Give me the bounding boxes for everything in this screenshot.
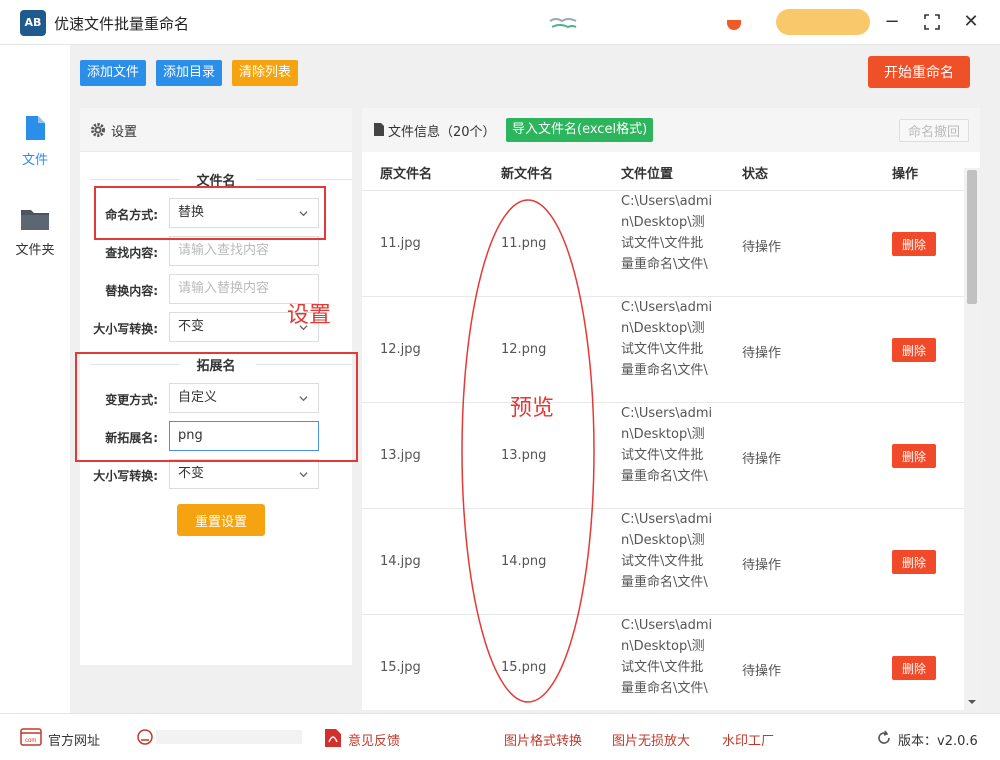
import-filenames-button[interactable]: 导入文件名(excel格式) <box>506 118 654 142</box>
cell-original-name: 13.jpg <box>380 448 421 463</box>
delete-button[interactable]: 删除 <box>892 232 936 256</box>
delete-button[interactable]: 删除 <box>892 444 936 468</box>
settings-title: 设置 <box>111 125 138 140</box>
cell-location: C:\Users\admin\Desktop\测试文件\文件批量重命名\文件\ <box>621 300 713 378</box>
annotation-box-rename-method <box>94 186 326 240</box>
version-label: 版本：v2.0.6 <box>898 734 978 749</box>
cell-status: 待操作 <box>742 664 782 679</box>
nav-item-folder[interactable]: 文件夹 <box>0 207 70 258</box>
masked-contact <box>156 730 302 744</box>
cell-original-name: 15.jpg <box>380 660 421 675</box>
file-info-panel: 文件信息（20个） 导入文件名(excel格式) 命名撤回 原文件名 新文件名 … <box>362 108 980 710</box>
minimize-button[interactable]: − <box>880 10 904 34</box>
svg-text:com: com <box>25 738 36 744</box>
extension-case-value: 不变 <box>178 466 205 481</box>
image-enlarge-link[interactable]: 图片无损放大 <box>612 730 690 749</box>
official-site-link[interactable]: 官方网址 <box>48 730 100 749</box>
qq-icon[interactable] <box>136 728 154 746</box>
case-label: 大小写转换: <box>93 322 158 336</box>
app-logo: AB <box>20 10 46 36</box>
left-nav: 文件 文件夹 <box>0 45 70 713</box>
annotation-ellipse-preview <box>461 199 595 703</box>
cell-status: 待操作 <box>742 452 782 467</box>
table-row: 13.jpg 13.png C:\Users\admin\Desktop\测试文… <box>362 403 964 509</box>
cell-status: 待操作 <box>742 558 782 573</box>
cell-original-name: 14.jpg <box>380 554 421 569</box>
start-rename-button[interactable]: 开始重命名 <box>868 56 970 88</box>
clear-list-button[interactable]: 清除列表 <box>232 60 299 86</box>
undo-rename-button[interactable]: 命名撤回 <box>899 119 969 142</box>
annotation-preview-label: 预览 <box>510 396 555 421</box>
cell-location: C:\Users\admin\Desktop\测试文件\文件批量重命名\文件\ <box>621 618 713 696</box>
toolbar: 添加文件 添加目录 清除列表 开始重命名 <box>70 45 1000 105</box>
scrollbar[interactable] <box>964 168 980 710</box>
column-header-new: 新文件名 <box>501 167 554 182</box>
gear-icon <box>91 123 105 137</box>
column-header-action: 操作 <box>892 167 919 182</box>
scroll-thumb[interactable] <box>967 170 977 304</box>
cell-original-name: 12.jpg <box>380 342 421 357</box>
extension-case-label: 大小写转换: <box>93 469 158 483</box>
footer: com 官方网址 意见反馈 图片格式转换 图片无损放大 水印工厂 版本：v2.0… <box>0 713 1000 760</box>
find-input[interactable]: 请输入查找内容 <box>169 236 319 266</box>
file-info-header: 文件信息（20个） 导入文件名(excel格式) 命名撤回 <box>362 108 980 152</box>
case-value: 不变 <box>178 319 205 334</box>
divider <box>90 179 180 180</box>
cell-original-name: 11.jpg <box>380 236 421 251</box>
title-bar: AB 优速文件批量重命名 − ✕ <box>0 0 1000 45</box>
find-label: 查找内容: <box>105 246 158 260</box>
promo-button[interactable] <box>776 9 870 35</box>
watermark-link[interactable]: 水印工厂 <box>722 730 774 749</box>
divider <box>256 179 352 180</box>
cell-location: C:\Users\admin\Desktop\测试文件\文件批量重命名\文件\ <box>621 406 713 484</box>
delete-button[interactable]: 删除 <box>892 550 936 574</box>
add-directory-button[interactable]: 添加目录 <box>156 60 223 86</box>
refresh-icon[interactable] <box>876 730 892 746</box>
annotation-settings-label: 设置 <box>287 303 332 328</box>
badge-icon[interactable] <box>727 20 741 30</box>
delete-button[interactable]: 删除 <box>892 338 936 362</box>
nav-label-folder: 文件夹 <box>15 243 55 258</box>
table-row: 14.jpg 14.png C:\Users\admin\Desktop\测试文… <box>362 509 964 615</box>
table-row: 15.jpg 15.png C:\Users\admin\Desktop\测试文… <box>362 615 964 710</box>
settings-header: 设置 <box>80 108 352 152</box>
delete-button[interactable]: 删除 <box>892 656 936 680</box>
app-title: 优速文件批量重命名 <box>54 15 190 33</box>
cell-status: 待操作 <box>742 240 782 255</box>
table-row: 12.jpg 12.png C:\Users\admin\Desktop\测试文… <box>362 297 964 403</box>
website-icon: com <box>20 728 42 746</box>
file-info-title: 文件信息（20个） <box>388 125 496 140</box>
document-icon <box>374 123 384 136</box>
maximize-icon <box>924 14 940 30</box>
chevron-down-icon <box>299 472 308 478</box>
pdf-icon <box>325 729 341 747</box>
column-header-location: 文件位置 <box>621 167 674 182</box>
nav-item-file[interactable]: 文件 <box>0 115 70 168</box>
nav-label-file: 文件 <box>21 153 48 168</box>
annotation-box-extension <box>75 352 358 462</box>
feedback-link[interactable]: 意见反馈 <box>348 730 400 749</box>
cell-location: C:\Users\admin\Desktop\测试文件\文件批量重命名\文件\ <box>621 512 713 590</box>
folder-icon <box>21 210 49 230</box>
column-header-status: 状态 <box>742 167 769 182</box>
reset-settings-button[interactable]: 重置设置 <box>177 504 265 536</box>
maximize-button[interactable] <box>920 10 944 34</box>
cell-location: C:\Users\admin\Desktop\测试文件\文件批量重命名\文件\ <box>621 194 713 272</box>
file-icon <box>26 116 45 140</box>
table-row: 11.jpg 11.png C:\Users\admin\Desktop\测试文… <box>362 191 964 297</box>
add-file-button[interactable]: 添加文件 <box>80 60 147 86</box>
replace-label: 替换内容: <box>105 284 158 298</box>
cell-status: 待操作 <box>742 346 782 361</box>
cloud-icon <box>549 18 577 29</box>
image-convert-link[interactable]: 图片格式转换 <box>504 730 582 749</box>
column-header-original: 原文件名 <box>380 167 433 182</box>
scroll-down-icon[interactable] <box>968 698 976 706</box>
extension-case-select[interactable]: 不变 <box>169 459 319 489</box>
close-button[interactable]: ✕ <box>959 10 983 34</box>
